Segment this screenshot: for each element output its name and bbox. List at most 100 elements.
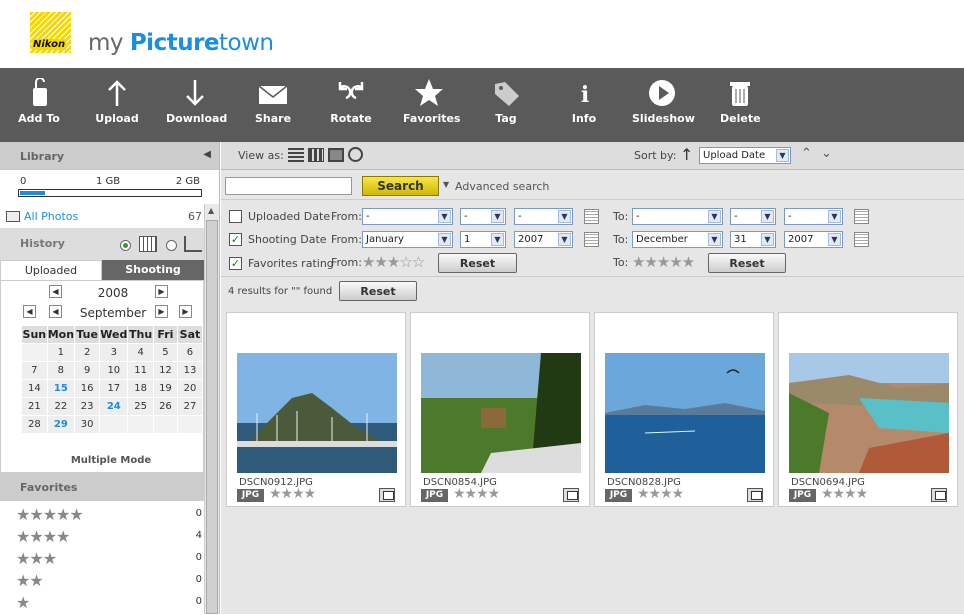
photo-card[interactable]: DSCN0694.JPG JPG ★★★★ bbox=[778, 312, 958, 507]
advanced-search-link[interactable]: Advanced search bbox=[455, 180, 549, 193]
calendar-day[interactable]: 26 bbox=[153, 398, 177, 415]
photo-card[interactable]: DSCN0854.JPG JPG ★★★★ bbox=[410, 312, 590, 507]
calendar-day[interactable]: 14 bbox=[22, 380, 47, 397]
calendar-day[interactable]: 28 bbox=[22, 416, 47, 433]
favorites-rating-checkbox[interactable]: ✓ bbox=[229, 257, 242, 270]
calendar-picker-icon[interactable] bbox=[854, 209, 869, 224]
photo-thumbnail[interactable] bbox=[421, 353, 581, 473]
prev-year-button[interactable]: ◀ bbox=[49, 285, 62, 298]
photo-thumbnail[interactable] bbox=[605, 353, 765, 473]
photo-rating-stars[interactable]: ★★★★ bbox=[453, 486, 500, 502]
to-rating-stars[interactable]: ★★★★★ bbox=[632, 253, 695, 271]
shooting-from-month-select[interactable]: January ▼ bbox=[362, 231, 453, 248]
list-view-icon[interactable] bbox=[288, 148, 304, 162]
sort-select[interactable]: Upload Date ▼ bbox=[699, 147, 791, 164]
library-header[interactable]: Library ◀ bbox=[0, 142, 219, 170]
calendar-day[interactable]: 20 bbox=[177, 380, 202, 397]
reset-from-rating-button[interactable]: Reset bbox=[438, 253, 517, 273]
calendar-day[interactable]: 2 bbox=[75, 344, 100, 361]
photo-card[interactable]: DSCN0828.JPG JPG ★★★★ bbox=[594, 312, 774, 507]
next-year-button[interactable]: ▶ bbox=[155, 285, 168, 298]
calendar-day[interactable]: 29 bbox=[47, 416, 75, 433]
reset-search-button[interactable]: Reset bbox=[339, 281, 417, 301]
favorites-row[interactable]: ★★★★ 4 bbox=[16, 527, 204, 549]
rotate-button[interactable]: Rotate bbox=[328, 68, 374, 142]
photo-thumbnail[interactable] bbox=[237, 353, 397, 473]
calendar-view-radio[interactable] bbox=[120, 240, 131, 251]
calendar-picker-icon[interactable] bbox=[584, 232, 599, 247]
reset-to-rating-button[interactable]: Reset bbox=[708, 253, 786, 273]
scrollbar-thumb[interactable] bbox=[206, 220, 218, 614]
calendar-day[interactable]: 11 bbox=[128, 362, 153, 379]
collapse-up-icon[interactable]: ⌃ bbox=[801, 146, 812, 161]
uploaded-to-month-select[interactable]: - ▼ bbox=[632, 208, 723, 225]
calendar-picker-icon[interactable] bbox=[854, 232, 869, 247]
calendar-day[interactable]: 27 bbox=[177, 398, 202, 415]
shooting-date-checkbox[interactable]: ✓ bbox=[229, 233, 242, 246]
calendar-day[interactable]: 30 bbox=[75, 416, 100, 433]
all-photos-item[interactable]: All Photos 67 bbox=[4, 208, 204, 228]
calendar-day[interactable]: 23 bbox=[75, 398, 100, 415]
search-button[interactable]: Search bbox=[362, 176, 439, 196]
calendar-day[interactable]: 5 bbox=[153, 344, 177, 361]
photo-thumbnail[interactable] bbox=[789, 353, 949, 473]
calendar-day[interactable]: 12 bbox=[153, 362, 177, 379]
uploaded-from-year-select[interactable]: - ▼ bbox=[514, 208, 573, 225]
shooting-to-day-select[interactable]: 31 ▼ bbox=[730, 231, 776, 248]
photo-rating-stars[interactable]: ★★★★ bbox=[637, 486, 684, 502]
calendar-day[interactable]: 10 bbox=[100, 362, 128, 379]
copy-icon[interactable] bbox=[931, 488, 947, 502]
calendar-day[interactable]: 19 bbox=[153, 380, 177, 397]
calendar-day[interactable]: 17 bbox=[100, 380, 128, 397]
copy-icon[interactable] bbox=[747, 488, 763, 502]
calendar-day[interactable]: 6 bbox=[177, 344, 202, 361]
sort-up-arrow-icon[interactable]: ↑ bbox=[680, 145, 693, 164]
favorites-button[interactable]: Favorites bbox=[403, 68, 460, 142]
calendar-day[interactable]: 3 bbox=[100, 344, 128, 361]
calendar-day[interactable]: 15 bbox=[47, 380, 75, 397]
nikon-logo[interactable]: Nikon bbox=[30, 12, 71, 53]
calendar-day[interactable]: 4 bbox=[128, 344, 153, 361]
share-button[interactable]: Share bbox=[254, 68, 292, 142]
uploaded-from-day-select[interactable]: - ▼ bbox=[460, 208, 506, 225]
shooting-from-day-select[interactable]: 1 ▼ bbox=[460, 231, 506, 248]
uploaded-to-day-select[interactable]: - ▼ bbox=[730, 208, 776, 225]
info-button[interactable]: i Info bbox=[570, 68, 598, 142]
calendar-day[interactable]: 21 bbox=[22, 398, 47, 415]
globe-view-icon[interactable] bbox=[348, 147, 363, 162]
favorites-row[interactable]: ★★ 0 bbox=[16, 571, 204, 593]
calendar-day[interactable]: 9 bbox=[75, 362, 100, 379]
calendar-day[interactable]: 18 bbox=[128, 380, 153, 397]
multiple-mode-link[interactable]: Multiple Mode bbox=[1, 455, 221, 466]
calendar-day[interactable]: 25 bbox=[128, 398, 153, 415]
scroll-up-arrow-icon[interactable]: ▲ bbox=[208, 206, 214, 215]
calendar-day[interactable]: 16 bbox=[75, 380, 100, 397]
tab-shooting[interactable]: Shooting bbox=[102, 260, 204, 280]
left-scrollbar[interactable]: ▲ bbox=[204, 204, 219, 614]
copy-icon[interactable] bbox=[379, 488, 395, 502]
tag-button[interactable]: Tag bbox=[490, 68, 522, 142]
tab-uploaded[interactable]: Uploaded bbox=[0, 260, 102, 280]
uploaded-from-month-select[interactable]: - ▼ bbox=[362, 208, 453, 225]
calendar-picker-icon[interactable] bbox=[584, 209, 599, 224]
tree-view-radio[interactable] bbox=[166, 240, 177, 251]
next-month-button[interactable]: ▶ bbox=[155, 305, 168, 318]
grid-view-icon[interactable] bbox=[308, 148, 324, 162]
expand-down-icon[interactable]: ⌄ bbox=[821, 146, 832, 161]
favorites-row[interactable]: ★ 0 bbox=[16, 593, 204, 615]
first-month-button[interactable]: ◀ bbox=[23, 305, 36, 318]
uploaded-date-checkbox[interactable] bbox=[229, 210, 242, 223]
uploaded-to-year-select[interactable]: - ▼ bbox=[784, 208, 843, 225]
photo-rating-stars[interactable]: ★★★★ bbox=[269, 486, 316, 502]
collapse-arrow-icon[interactable]: ◀ bbox=[203, 149, 211, 160]
download-button[interactable]: Download bbox=[166, 68, 227, 142]
add-to-button[interactable]: Add To bbox=[18, 68, 60, 142]
calendar-day[interactable]: 7 bbox=[22, 362, 47, 379]
last-month-button[interactable]: ▶ bbox=[179, 305, 192, 318]
filmstrip-view-icon[interactable] bbox=[328, 148, 344, 162]
calendar-day[interactable]: 1 bbox=[47, 344, 75, 361]
photo-rating-stars[interactable]: ★★★★ bbox=[821, 486, 868, 502]
shooting-to-month-select[interactable]: December ▼ bbox=[632, 231, 723, 248]
shooting-to-year-select[interactable]: 2007 ▼ bbox=[784, 231, 843, 248]
shooting-from-year-select[interactable]: 2007 ▼ bbox=[514, 231, 573, 248]
